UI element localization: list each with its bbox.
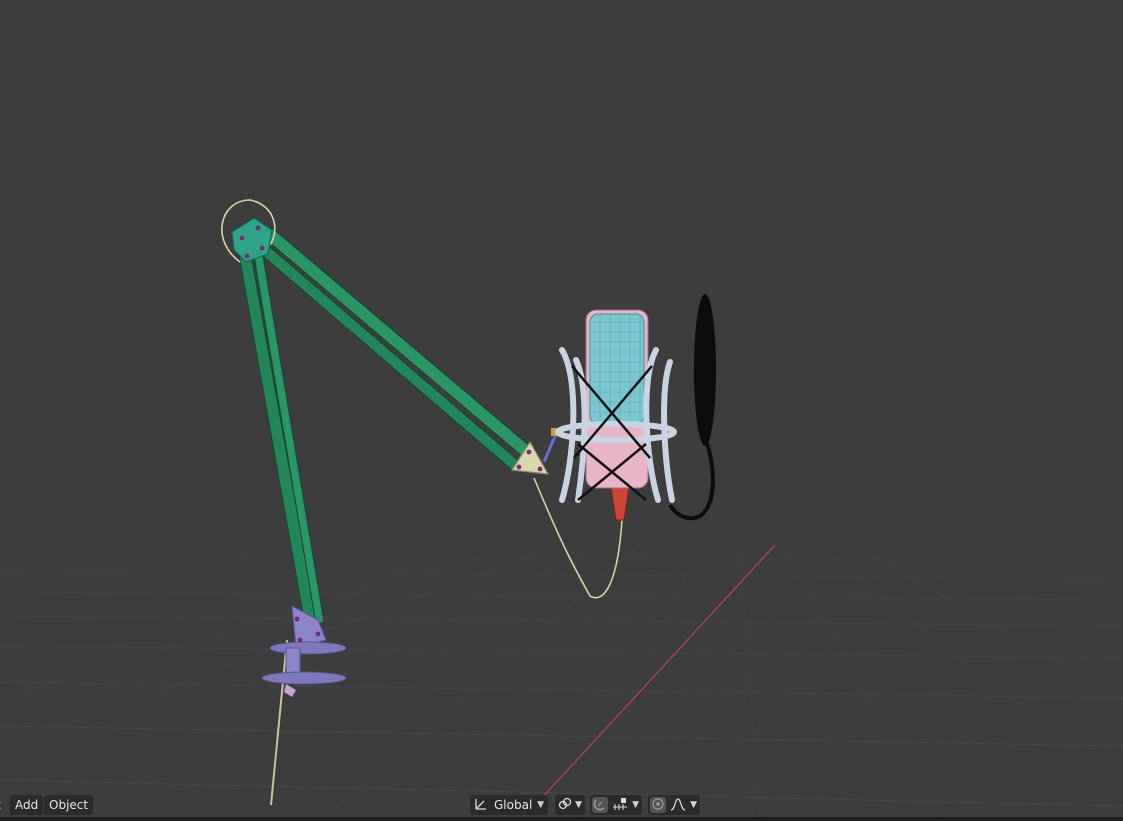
object-menu-button[interactable]: Object	[44, 795, 94, 815]
pop-filter	[668, 294, 716, 521]
microphone	[585, 309, 649, 521]
transform-orientation-icon	[474, 797, 488, 813]
3d-viewport[interactable]: t Add Object Global ▼ ▼ ▼	[0, 0, 1123, 821]
chevron-down-icon: ▼	[690, 800, 697, 810]
add-menu-button[interactable]: Add	[10, 795, 44, 815]
floor-grid	[0, 544, 1123, 821]
transform-orientation-dropdown[interactable]: Global ▼	[470, 795, 548, 815]
proportional-editing-icon[interactable]	[650, 797, 666, 813]
chevron-down-icon: ▼	[632, 800, 639, 810]
pivot-point-dropdown[interactable]: ▼	[555, 795, 585, 815]
magnet-icon[interactable]	[592, 797, 608, 813]
viewport-header: t Add Object Global ▼ ▼ ▼	[0, 793, 1123, 817]
chevron-down-icon: ▼	[537, 800, 544, 810]
clamp-rod	[270, 639, 288, 806]
snap-increment-icon[interactable]	[612, 797, 628, 813]
x-axis-line	[539, 544, 776, 801]
status-bar-edge	[0, 817, 1123, 821]
left-edge-glyph: t	[0, 795, 6, 815]
mount-connector	[542, 428, 558, 463]
pivot-point-icon	[558, 797, 572, 813]
transform-orientation-value: Global	[494, 798, 533, 812]
desk-clamp	[261, 605, 347, 697]
boom-arm-upper	[255, 227, 533, 471]
proportional-editing-group[interactable]: ▼	[648, 795, 700, 815]
snapping-group[interactable]: ▼	[590, 795, 642, 815]
chevron-down-icon: ▼	[575, 800, 582, 810]
scene-canvas[interactable]	[0, 0, 1123, 821]
falloff-curve-icon[interactable]	[670, 797, 686, 813]
